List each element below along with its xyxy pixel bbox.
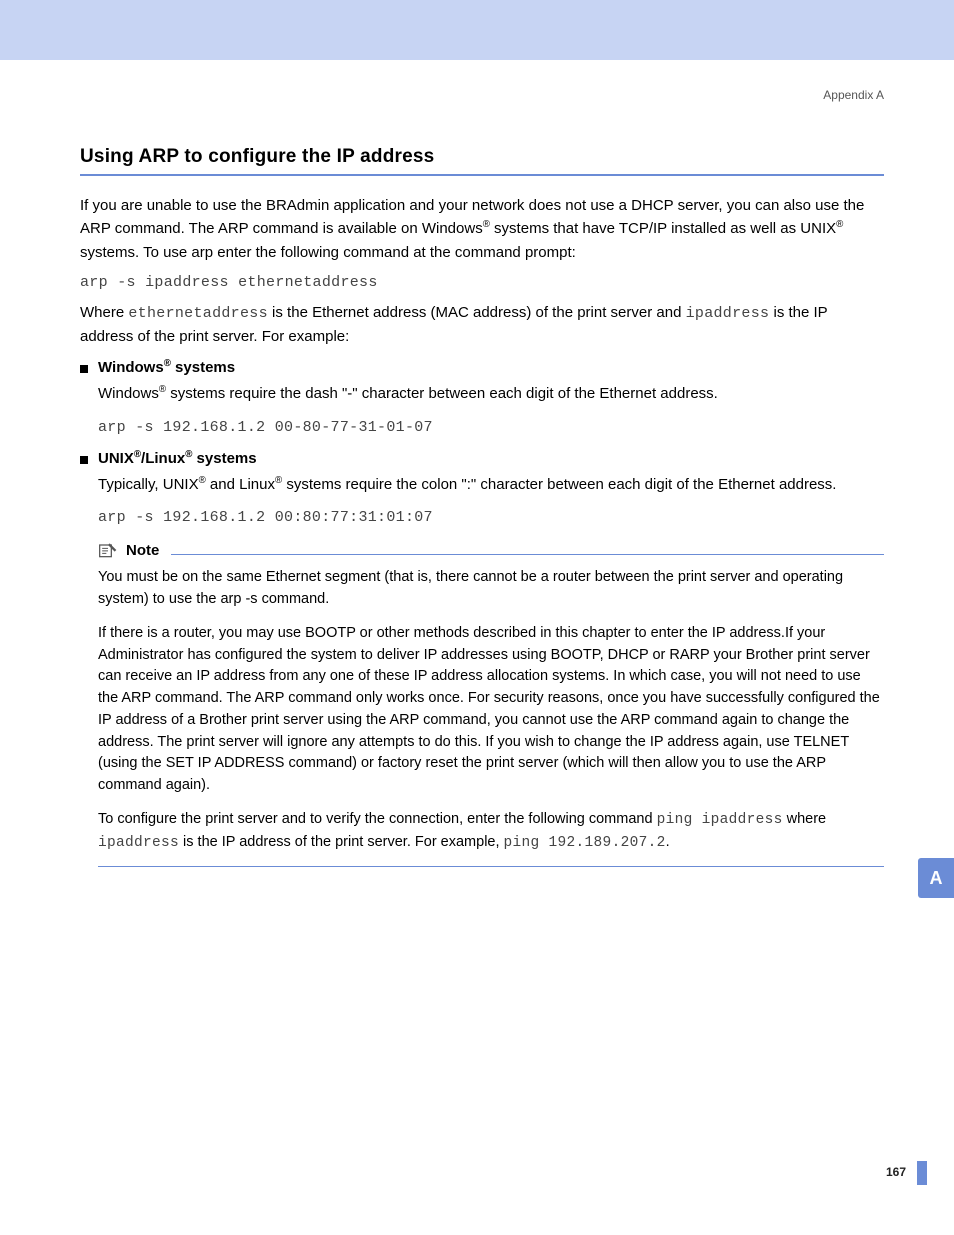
code-inline: ping 192.189.207.2: [504, 835, 666, 851]
note-bottom-rule: [98, 866, 884, 867]
bullet-heading-windows: Windows® systems: [80, 358, 884, 376]
text: Windows: [98, 359, 164, 376]
text: is the Ethernet address (MAC address) of…: [268, 304, 686, 321]
page-content: Appendix A Using ARP to configure the IP…: [0, 60, 954, 867]
bullet-icon: [80, 365, 88, 373]
reg-mark: ®: [483, 219, 490, 230]
bullet-unix: UNIX®/Linux® systems Typically, UNIX® an…: [80, 449, 884, 530]
text: systems require the colon ":" character …: [282, 476, 836, 493]
code-inline: ping ipaddress: [657, 812, 783, 828]
text: .: [666, 834, 670, 850]
section-title: Using ARP to configure the IP address: [80, 146, 884, 176]
note-header: Note: [98, 541, 884, 559]
text: /Linux: [141, 450, 185, 467]
text: and Linux: [206, 476, 275, 493]
bullet-windows: Windows® systems Windows® systems requir…: [80, 358, 884, 439]
text: systems. To use arp enter the following …: [80, 244, 576, 261]
code-arp-generic: arp -s ipaddress ethernetaddress: [80, 274, 884, 291]
bullet-icon: [80, 456, 88, 464]
page-number-strip: [917, 1161, 927, 1185]
bullet-body-windows: Windows® systems require the dash "-" ch…: [98, 382, 884, 439]
note-p2: If there is a router, you may use BOOTP …: [98, 623, 884, 797]
reg-mark: ®: [159, 384, 166, 395]
text: Windows: [98, 385, 159, 402]
code-arp-windows: arp -s 192.168.1.2 00-80-77-31-01-07: [98, 416, 884, 439]
appendix-label: Appendix A: [80, 88, 884, 102]
bullet-body-unix: Typically, UNIX® and Linux® systems requ…: [98, 473, 884, 530]
note-section: Note You must be on the same Ethernet se…: [98, 541, 884, 867]
text: systems that have TCP/IP installed as we…: [490, 220, 836, 237]
note-icon: [98, 541, 118, 559]
reg-mark: ®: [836, 219, 843, 230]
note-label: Note: [126, 542, 159, 559]
text: systems: [171, 359, 235, 376]
text: Where: [80, 304, 128, 321]
note-body: You must be on the same Ethernet segment…: [98, 567, 884, 854]
code-inline: ipaddress: [98, 835, 179, 851]
text: Typically, UNIX: [98, 476, 199, 493]
reg-mark: ®: [164, 358, 171, 369]
note-p1: You must be on the same Ethernet segment…: [98, 567, 884, 611]
text: is the IP address of the print server. F…: [179, 834, 504, 850]
intro-paragraph-2: Where ethernetaddress is the Ethernet ad…: [80, 301, 884, 349]
code-inline: ipaddress: [686, 305, 770, 322]
code-arp-unix: arp -s 192.168.1.2 00:80:77:31:01:07: [98, 506, 884, 529]
appendix-tab[interactable]: A: [918, 858, 954, 898]
text: To configure the print server and to ver…: [98, 811, 657, 827]
reg-mark: ®: [199, 475, 206, 486]
bullet-heading-unix: UNIX®/Linux® systems: [80, 449, 884, 467]
note-rule: [171, 554, 884, 555]
note-p3: To configure the print server and to ver…: [98, 809, 884, 855]
text: UNIX: [98, 450, 134, 467]
reg-mark: ®: [134, 449, 141, 460]
intro-paragraph-1: If you are unable to use the BRAdmin app…: [80, 194, 884, 264]
text: systems: [192, 450, 256, 467]
page-number: 167: [886, 1165, 906, 1179]
appendix-tab-label: A: [930, 868, 943, 889]
text: systems require the dash "-" character b…: [166, 385, 718, 402]
text: where: [783, 811, 827, 827]
code-inline: ethernetaddress: [128, 305, 268, 322]
header-band: [0, 0, 954, 60]
